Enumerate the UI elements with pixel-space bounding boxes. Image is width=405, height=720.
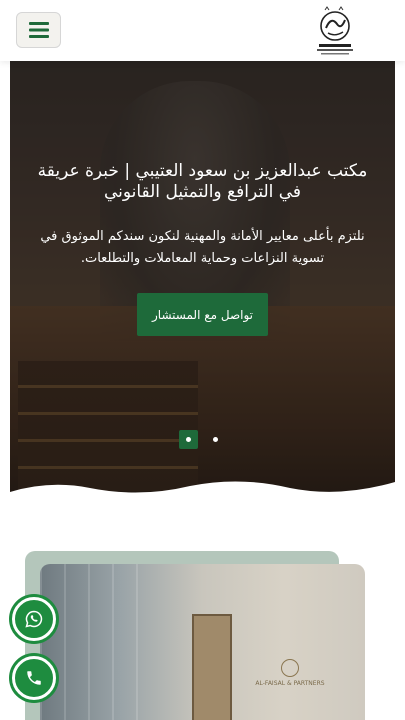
menu-button[interactable]	[16, 12, 61, 48]
office-door	[192, 614, 232, 720]
hero-title: مكتب عبدالعزيز بن سعود العتيبي | خبرة عر…	[37, 161, 368, 202]
hamburger-icon	[28, 22, 49, 38]
call-button[interactable]	[12, 656, 56, 700]
office-sign: AL-FAISAL & PARTNERS	[245, 659, 335, 688]
contact-consultant-button[interactable]: تواصل مع المستشار	[137, 293, 268, 336]
slider-dots	[179, 430, 225, 449]
hero-subtitle: نلتزم بأعلى معايير الأمانة والمهنية لنكو…	[40, 229, 365, 266]
office-photo: AL-FAISAL & PARTNERS	[40, 564, 365, 720]
hero-slider: مكتب عبدالعزيز بن سعود العتيبي | خبرة عر…	[10, 61, 395, 498]
site-header	[0, 0, 405, 61]
office-sign-text: AL-FAISAL & PARTNERS	[255, 680, 325, 687]
hero-wave-divider	[10, 481, 395, 498]
logo[interactable]	[313, 6, 357, 56]
whatsapp-button[interactable]	[12, 597, 56, 641]
office-window	[40, 564, 160, 720]
slide-dot-1[interactable]	[179, 430, 198, 449]
slide-dot-2[interactable]	[206, 430, 225, 449]
whatsapp-icon	[25, 610, 43, 628]
phone-icon	[27, 671, 41, 685]
emblem-icon	[281, 659, 299, 677]
